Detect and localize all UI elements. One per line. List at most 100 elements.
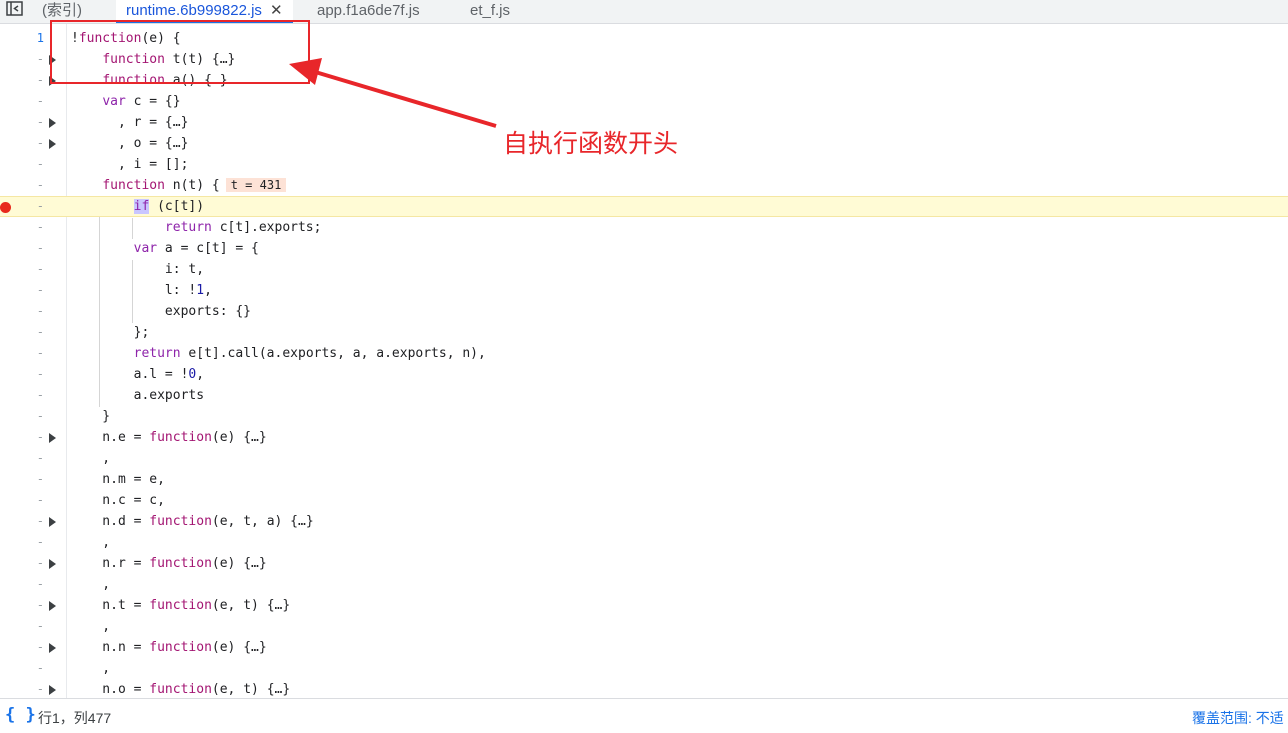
fold-arrow-icon[interactable] (49, 601, 56, 611)
code-text: var c = {} (102, 94, 181, 109)
line-number[interactable]: - (0, 364, 44, 385)
line-number[interactable]: - (0, 280, 44, 301)
code-text: n.n = function(e) {…} (71, 640, 267, 655)
code-line[interactable]: - return e[t].call(a.exports, a, a.expor… (0, 343, 1288, 364)
line-number[interactable]: - (0, 574, 44, 595)
line-number[interactable]: - (0, 406, 44, 427)
inline-value-badge: t = 431 (225, 178, 287, 192)
code-line[interactable]: - , (0, 532, 1288, 553)
pretty-print-icon[interactable]: { } (5, 705, 36, 725)
code-text: a.l = !0, (71, 367, 205, 382)
line-number[interactable]: - (0, 238, 44, 259)
fold-arrow-icon[interactable] (49, 559, 56, 569)
code-text: if (c[t]) (133, 199, 205, 214)
tab-label: (索引) (42, 2, 82, 19)
code-line[interactable]: - function a() {…} (0, 70, 1288, 91)
fold-arrow-icon[interactable] (49, 55, 56, 65)
code-text: n.d = function(e, t, a) {…} (71, 514, 314, 529)
code-text: function t(t) {…} (102, 52, 236, 67)
code-line[interactable]: - n.c = c, (0, 490, 1288, 511)
line-number[interactable]: - (0, 616, 44, 637)
code-line[interactable]: - function t(t) {…} (0, 49, 1288, 70)
file-tab-bar: (索引) runtime.6b999822.js ✕ app.f1a6de7f.j… (0, 0, 1288, 24)
code-line[interactable]: - n.e = function(e) {…} (0, 427, 1288, 448)
cursor-position: 行1，列477 (38, 710, 112, 726)
code-line[interactable]: - } (0, 406, 1288, 427)
breakpoint-icon[interactable] (0, 202, 11, 213)
line-number[interactable]: - (0, 490, 44, 511)
code-line[interactable]: - a.l = !0, (0, 364, 1288, 385)
line-number[interactable]: - (0, 658, 44, 679)
tab-label: app.f1a6de7f.js (317, 2, 420, 19)
line-number[interactable]: - (0, 301, 44, 322)
code-line[interactable]: - return c[t].exports; (0, 217, 1288, 238)
close-icon[interactable]: ✕ (270, 2, 283, 19)
coverage-status[interactable]: 覆盖范围: 不适 (1192, 708, 1284, 728)
line-number[interactable]: - (0, 133, 44, 154)
line-number[interactable]: - (0, 679, 44, 698)
code-line[interactable]: - n.d = function(e, t, a) {…} (0, 511, 1288, 532)
code-line[interactable]: - n.r = function(e) {…} (0, 553, 1288, 574)
code-line[interactable]: - }; (0, 322, 1288, 343)
code-text: , i = []; (71, 157, 189, 172)
fold-arrow-icon[interactable] (49, 517, 56, 527)
tab-et-f-js[interactable]: et_f.js (470, 0, 510, 23)
tab-index[interactable]: (索引) (42, 0, 82, 23)
line-number[interactable]: - (0, 91, 44, 112)
fold-arrow-icon[interactable] (49, 643, 56, 653)
code-line[interactable]: - n.t = function(e, t) {…} (0, 595, 1288, 616)
code-line[interactable]: - , (0, 574, 1288, 595)
line-number[interactable]: - (0, 637, 44, 658)
code-line[interactable]: - n.o = function(e, t) {…} (0, 679, 1288, 698)
code-line[interactable]: - n.n = function(e) {…} (0, 637, 1288, 658)
code-text: l: !1, (71, 283, 212, 298)
code-text: exports: {} (71, 304, 252, 319)
fold-arrow-icon[interactable] (49, 433, 56, 443)
tab-label: et_f.js (470, 2, 511, 19)
fold-arrow-icon[interactable] (49, 118, 56, 128)
code-text: n.r = function(e) {…} (71, 556, 267, 571)
code-line[interactable]: - a.exports (0, 385, 1288, 406)
line-number[interactable]: - (0, 322, 44, 343)
line-number[interactable]: - (0, 175, 44, 196)
code-text: , (71, 661, 111, 676)
line-number[interactable]: 1 (0, 28, 44, 49)
line-number[interactable]: - (0, 217, 44, 238)
code-line[interactable]: - , (0, 448, 1288, 469)
code-line[interactable]: - if (c[t]) (0, 196, 1288, 217)
code-text: , r = {…} (71, 115, 189, 130)
code-line[interactable]: - n.m = e, (0, 469, 1288, 490)
sidebar-toggle-icon[interactable] (4, 0, 26, 20)
line-number[interactable]: - (0, 511, 44, 532)
line-number[interactable]: - (0, 595, 44, 616)
line-number[interactable]: - (0, 553, 44, 574)
code-line[interactable]: - , (0, 658, 1288, 679)
fold-arrow-icon[interactable] (49, 76, 56, 86)
code-text: }; (71, 325, 150, 340)
tab-runtime-js[interactable]: runtime.6b999822.js ✕ (116, 0, 293, 23)
code-line[interactable]: - var c = {} (0, 91, 1288, 112)
code-line[interactable]: - l: !1, (0, 280, 1288, 301)
annotation-label: 自执行函数开头 (503, 129, 679, 158)
code-line[interactable]: - , (0, 616, 1288, 637)
line-number[interactable]: - (0, 49, 44, 70)
line-number[interactable]: - (0, 112, 44, 133)
line-number[interactable]: - (0, 259, 44, 280)
line-number[interactable]: - (0, 448, 44, 469)
code-line[interactable]: - function n(t) {t = 431 (0, 175, 1288, 196)
line-number[interactable]: - (0, 154, 44, 175)
line-number[interactable]: - (0, 385, 44, 406)
code-line[interactable]: - var a = c[t] = { (0, 238, 1288, 259)
line-number[interactable]: - (0, 343, 44, 364)
line-number[interactable]: - (0, 469, 44, 490)
code-line[interactable]: - i: t, (0, 259, 1288, 280)
line-number[interactable]: - (0, 427, 44, 448)
code-text: var a = c[t] = { (133, 241, 259, 256)
line-number[interactable]: - (0, 70, 44, 91)
tab-app-js[interactable]: app.f1a6de7f.js (317, 0, 420, 23)
code-line[interactable]: - exports: {} (0, 301, 1288, 322)
code-line[interactable]: 1 !function(e) { (0, 28, 1288, 49)
line-number[interactable]: - (0, 532, 44, 553)
fold-arrow-icon[interactable] (49, 139, 56, 149)
fold-arrow-icon[interactable] (49, 685, 56, 695)
